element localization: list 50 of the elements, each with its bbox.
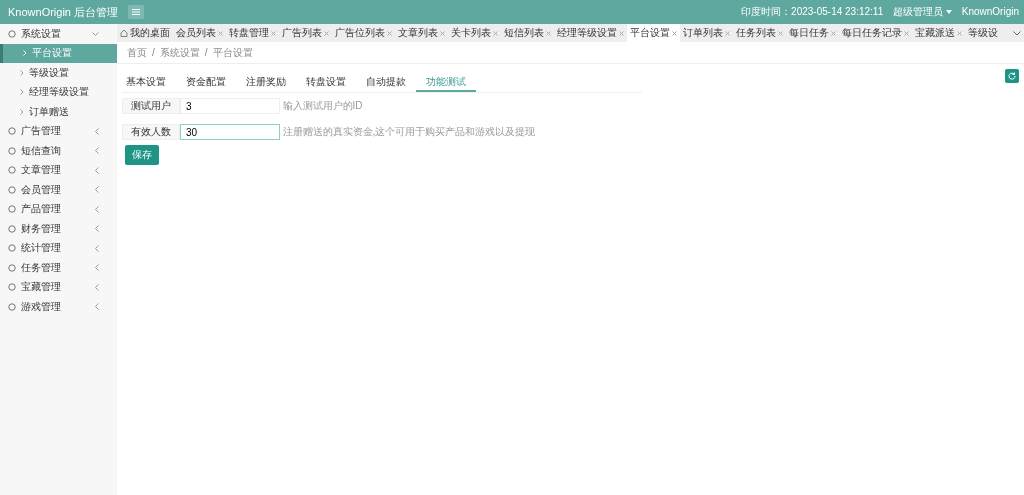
sidebar-item[interactable]: 文章管理 bbox=[0, 160, 117, 180]
page-tab[interactable]: 任务列表 bbox=[733, 24, 786, 42]
page-tab[interactable]: 会员列表 bbox=[173, 24, 226, 42]
sidebar-item[interactable]: 财务管理 bbox=[0, 219, 117, 239]
page-tab[interactable]: 我的桌面 bbox=[117, 24, 173, 42]
sidebar-subitem[interactable]: 等级设置 bbox=[0, 63, 117, 83]
field-label: 测试用户 bbox=[122, 98, 180, 114]
page-tab[interactable]: 每日任务记录 bbox=[839, 24, 912, 42]
sidebar-item[interactable]: 游戏管理 bbox=[0, 297, 117, 317]
page-tab[interactable]: 关卡列表 bbox=[448, 24, 501, 42]
field-label: 有效人数 bbox=[122, 124, 180, 140]
server-time: 印度时间：2023-05-14 23:12:11 bbox=[741, 6, 884, 18]
sidebar-subitem[interactable]: 经理等级设置 bbox=[0, 82, 117, 102]
page-tab[interactable]: 宝藏派送 bbox=[912, 24, 965, 42]
settings-tab[interactable]: 自动提款 bbox=[356, 74, 416, 92]
page-tab[interactable]: 平台设置 bbox=[627, 24, 680, 42]
sidebar-item[interactable]: 会员管理 bbox=[0, 180, 117, 200]
breadcrumb-link[interactable]: 首页 bbox=[127, 46, 147, 59]
sidebar-item[interactable]: 统计管理 bbox=[0, 238, 117, 258]
input-field[interactable]: 3 bbox=[180, 98, 280, 114]
breadcrumb-link[interactable]: 系统设置 bbox=[159, 46, 200, 59]
sidebar-subitem[interactable]: 订单赠送 bbox=[0, 102, 117, 122]
settings-tab[interactable]: 转盘设置 bbox=[296, 74, 356, 92]
sidebar-item[interactable]: 产品管理 bbox=[0, 199, 117, 219]
sidebar-item[interactable]: 系统设置 bbox=[0, 24, 117, 44]
brand-title: KnownOrigin 后台管理 bbox=[8, 5, 119, 20]
page-tab[interactable]: 广告列表 bbox=[279, 24, 332, 42]
settings-tab[interactable]: 资金配置 bbox=[176, 74, 236, 92]
page-tab[interactable]: 短信列表 bbox=[501, 24, 554, 42]
page-tab[interactable]: 文章列表 bbox=[395, 24, 448, 42]
sidebar-item[interactable]: 宝藏管理 bbox=[0, 277, 117, 297]
input-field[interactable]: 30 bbox=[180, 124, 280, 140]
page-tab[interactable]: 广告位列表 bbox=[332, 24, 395, 42]
settings-tab[interactable]: 基本设置 bbox=[122, 74, 176, 92]
sidebar-item[interactable]: 任务管理 bbox=[0, 258, 117, 278]
page-tab[interactable]: 等级设 bbox=[965, 24, 1001, 42]
settings-tab[interactable]: 注册奖励 bbox=[236, 74, 296, 92]
sidebar-item[interactable]: 短信查询 bbox=[0, 141, 117, 161]
field-hint: 注册赠送的真实资金,这个可用于购买产品和游戏以及提现 bbox=[282, 126, 536, 138]
breadcrumb-separator: / bbox=[152, 46, 155, 59]
page-tab[interactable]: 每日任务 bbox=[786, 24, 839, 42]
page-tab[interactable]: 订单列表 bbox=[680, 24, 733, 42]
breadcrumb-current: 平台设置 bbox=[212, 46, 253, 59]
sidebar-item[interactable]: 广告管理 bbox=[0, 121, 117, 141]
page-tab[interactable]: 转盘管理 bbox=[226, 24, 279, 42]
breadcrumb-separator: / bbox=[204, 46, 208, 59]
settings-tab[interactable]: 功能测试 bbox=[416, 74, 476, 92]
field-hint: 输入测试用户的ID bbox=[282, 100, 363, 112]
save-button[interactable]: 保存 bbox=[124, 145, 159, 165]
page-tab[interactable]: 经理等级设置 bbox=[554, 24, 627, 42]
